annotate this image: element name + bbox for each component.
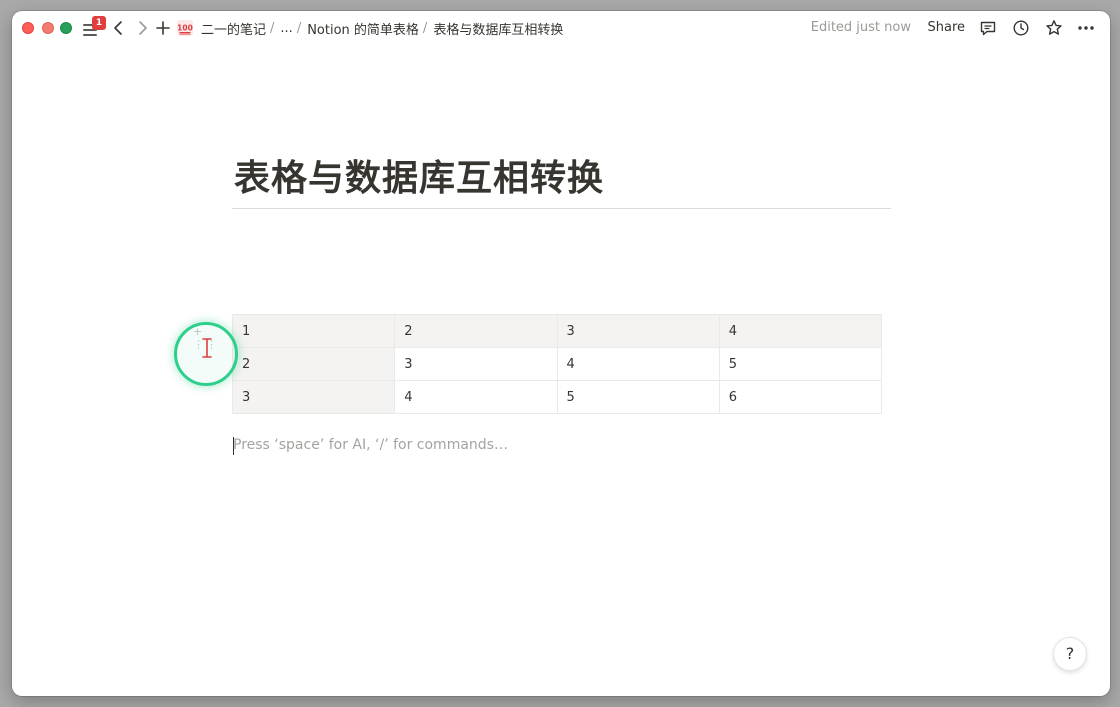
notification-badge: 1: [92, 16, 106, 30]
edited-status: Edited just now: [810, 20, 911, 35]
table-cell[interactable]: 3: [394, 347, 558, 381]
text-caret: [233, 437, 234, 455]
breadcrumb-item-current-page[interactable]: 表格与数据库互相转换: [433, 19, 563, 38]
table-cell[interactable]: 1: [231, 314, 396, 348]
star-icon[interactable]: [1044, 18, 1064, 38]
svg-text:100: 100: [177, 24, 193, 33]
title-divider: [232, 208, 891, 209]
titlebar: 1 100 二一的笔记 / ... / Notion 的简单表格 / 表格与数据…: [12, 11, 1110, 45]
table-cell[interactable]: 3: [556, 314, 720, 348]
clock-icon[interactable]: [1011, 18, 1031, 38]
help-button[interactable]: ?: [1053, 637, 1087, 671]
zoom-window-button[interactable]: [60, 22, 72, 34]
breadcrumb-separator: /: [296, 20, 302, 36]
table-cell[interactable]: 4: [394, 380, 558, 414]
forward-icon[interactable]: [133, 18, 151, 38]
breadcrumb-separator: /: [270, 20, 275, 36]
table-cell[interactable]: 5: [718, 347, 883, 381]
breadcrumb-item-simple-table[interactable]: Notion 的简单表格: [307, 19, 419, 38]
table-cell[interactable]: 4: [718, 314, 883, 348]
share-button[interactable]: Share: [927, 20, 965, 35]
table-row: 3456: [231, 380, 883, 414]
hundred-points-icon: 100: [177, 20, 193, 36]
breadcrumb-item-notes[interactable]: 二一的笔记: [201, 19, 266, 38]
simple-table: 123423453456: [231, 314, 883, 414]
text-cursor-icon: [200, 336, 214, 360]
table-cell[interactable]: 2: [394, 314, 558, 348]
minimize-window-button[interactable]: [42, 22, 54, 34]
comment-icon[interactable]: [978, 18, 998, 38]
page-title[interactable]: 表格与数据库互相转换: [234, 149, 894, 201]
table-cell[interactable]: 3: [231, 380, 396, 414]
breadcrumb: 100 二一的笔记 / ... / Notion 的简单表格 / 表格与数据库互…: [177, 19, 563, 38]
table-row: 2345: [231, 347, 883, 381]
back-icon[interactable]: [110, 18, 128, 38]
breadcrumb-separator: /: [422, 20, 428, 36]
table-cell[interactable]: 4: [556, 347, 720, 381]
table-cell[interactable]: 2: [231, 347, 396, 381]
table-row: 1234: [231, 314, 883, 348]
more-icon[interactable]: [1076, 18, 1096, 38]
notion-window: 1 100 二一的笔记 / ... / Notion 的简单表格 / 表格与数据…: [12, 11, 1110, 696]
table-cell[interactable]: 5: [556, 380, 720, 414]
table-cell[interactable]: 6: [718, 380, 883, 414]
block-placeholder[interactable]: Press ‘space’ for AI, ‘/’ for commands…: [233, 437, 508, 453]
breadcrumb-item-ellipsis[interactable]: ...: [280, 21, 292, 36]
new-page-icon[interactable]: [154, 18, 172, 38]
close-window-button[interactable]: [22, 22, 34, 34]
